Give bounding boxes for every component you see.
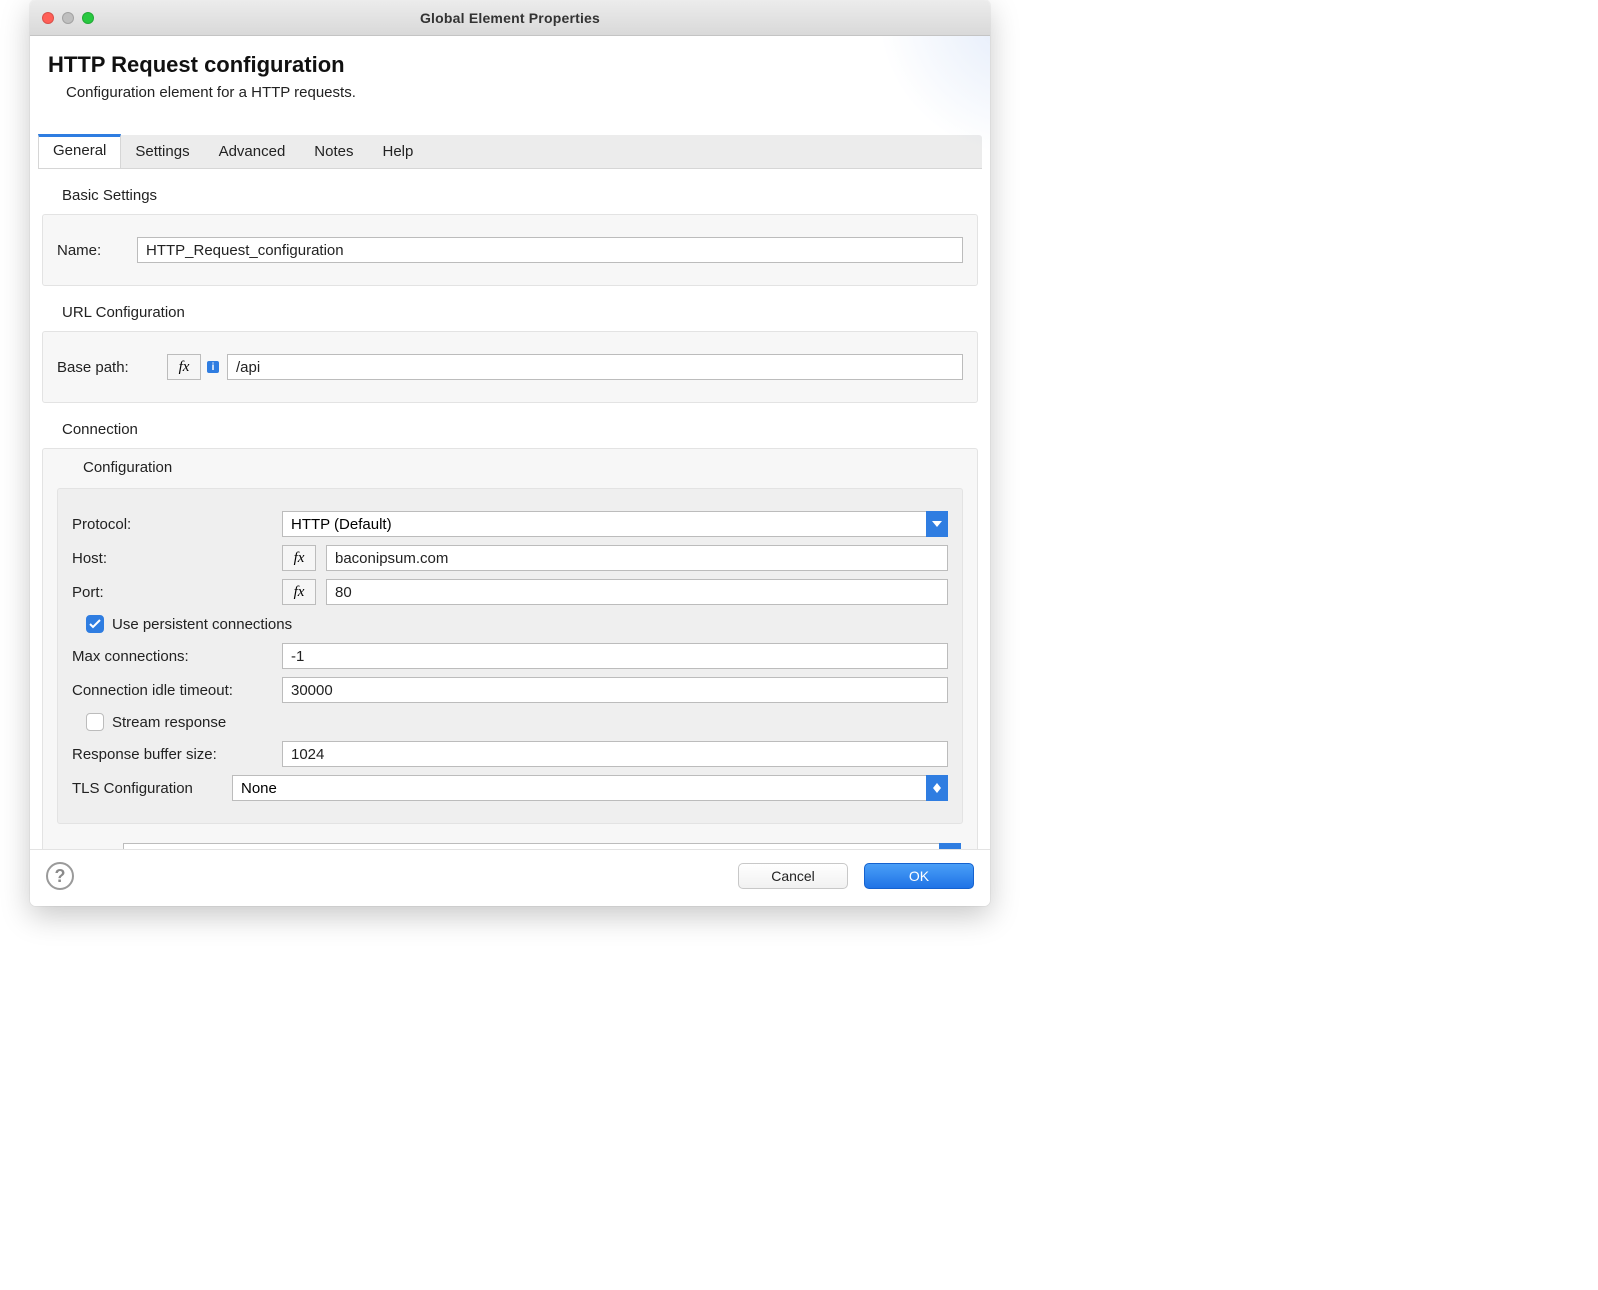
tab-notes[interactable]: Notes (300, 135, 368, 168)
titlebar: Global Element Properties (30, 0, 990, 36)
basepath-fx-button[interactable]: fx (167, 354, 201, 380)
updown-icon (939, 843, 961, 849)
window-title: Global Element Properties (30, 10, 990, 26)
port-label: Port: (72, 584, 272, 601)
name-input[interactable] (137, 237, 963, 263)
proxy-value: None (132, 848, 168, 850)
host-label: Host: (72, 550, 272, 567)
group-url-config: Base path: fx i (42, 331, 978, 403)
group-basic-settings: Name: (42, 214, 978, 286)
protocol-select[interactable]: HTTP (Default) (282, 511, 948, 537)
tls-label: TLS Configuration (72, 780, 222, 797)
updown-icon (926, 775, 948, 801)
port-input[interactable] (326, 579, 948, 605)
tab-content-general: Basic Settings Name: URL Configuration B… (30, 169, 990, 849)
group-configuration: Protocol: HTTP (Default) Host: fx Port: (57, 488, 963, 824)
proxy-label: Proxy (73, 848, 111, 850)
host-fx-button[interactable]: fx (282, 545, 316, 571)
section-basic-settings: Basic Settings (58, 187, 978, 204)
dialog-title: HTTP Request configuration (48, 52, 972, 78)
maxconn-input[interactable] (282, 643, 948, 669)
fx-icon: fx (294, 584, 305, 601)
stream-checkbox[interactable] (86, 713, 104, 731)
info-icon[interactable]: i (207, 361, 219, 373)
stream-label: Stream response (112, 714, 226, 731)
fx-icon: fx (179, 359, 190, 376)
dialog-footer: ? Cancel OK (30, 849, 990, 906)
group-connection: Configuration Protocol: HTTP (Default) H… (42, 448, 978, 849)
footer-buttons: Cancel OK (738, 863, 974, 889)
tls-select[interactable]: None (232, 775, 948, 801)
persistent-label: Use persistent connections (112, 616, 292, 633)
maxconn-label: Max connections: (72, 648, 272, 665)
help-icon[interactable]: ? (46, 862, 74, 890)
idle-label: Connection idle timeout: (72, 682, 272, 699)
tab-bar: General Settings Advanced Notes Help (38, 135, 982, 169)
persistent-checkbox[interactable] (86, 615, 104, 633)
buffer-input[interactable] (282, 741, 948, 767)
basepath-label: Base path: (57, 359, 157, 376)
dialog-subtitle: Configuration element for a HTTP request… (66, 84, 972, 101)
tab-help[interactable]: Help (368, 135, 428, 168)
tab-settings[interactable]: Settings (121, 135, 204, 168)
tls-value: None (241, 780, 277, 797)
host-input[interactable] (326, 545, 948, 571)
port-fx-button[interactable]: fx (282, 579, 316, 605)
proxy-select[interactable]: None (123, 843, 961, 849)
buffer-label: Response buffer size: (72, 746, 272, 763)
section-connection: Connection (58, 421, 978, 438)
idle-input[interactable] (282, 677, 948, 703)
basepath-input[interactable] (227, 354, 963, 380)
protocol-label: Protocol: (72, 516, 272, 533)
ok-button[interactable]: OK (864, 863, 974, 889)
name-label: Name: (57, 242, 127, 259)
tab-general[interactable]: General (38, 134, 121, 168)
cancel-button[interactable]: Cancel (738, 863, 848, 889)
tab-advanced[interactable]: Advanced (205, 135, 301, 168)
section-configuration: Configuration (79, 459, 969, 476)
dialog-window: Global Element Properties HTTP Request c… (30, 0, 990, 906)
section-url-config: URL Configuration (58, 304, 978, 321)
chevron-down-icon (926, 511, 948, 537)
protocol-value: HTTP (Default) (291, 516, 392, 533)
dialog-header: HTTP Request configuration Configuration… (30, 36, 990, 115)
fx-icon: fx (294, 550, 305, 567)
